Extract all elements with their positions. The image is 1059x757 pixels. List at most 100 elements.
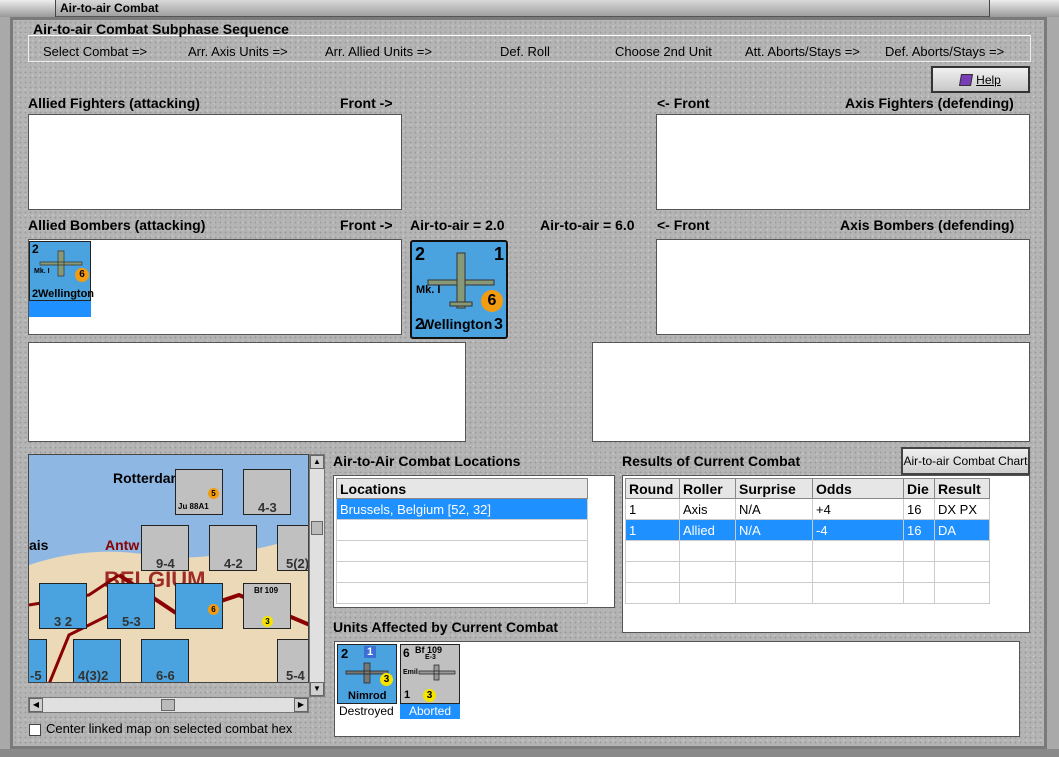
location-row-empty [336,540,588,562]
affected-unit-nimrod[interactable]: 2 1 3 Nimrod [337,644,397,704]
unit-name: Nimrod [348,690,387,702]
result-row[interactable]: 1 Allied N/A -4 16 DA [625,519,990,541]
map-horizontal-scrollbar[interactable]: ◀ ▶ [28,697,309,713]
axis-reserve-panel[interactable] [592,342,1030,442]
step-choose-2nd: Choose 2nd Unit [615,44,712,59]
map-counter-bf109[interactable]: Bf 109 3 [243,583,291,629]
map-vertical-scrollbar[interactable]: ▲ ▼ [309,454,325,697]
counter-label: 6-6 [156,668,175,683]
unit-selection-bar [29,301,91,317]
cell-round: 1 [625,519,680,541]
counter-label: 5-3 [122,614,141,629]
unit-model: Mk. I [416,284,441,296]
col-roller: Roller [679,478,736,499]
allied-fighters-label: Allied Fighters (attacking) [28,95,200,111]
map-counter-4-3-2[interactable]: 4(3)2 [73,639,121,683]
scroll-thumb[interactable] [311,521,323,535]
step-select-combat: Select Combat => [43,44,148,59]
unit-badge: 3 [423,689,436,702]
unit-top-left: 2 [415,244,426,264]
counter-label: Ju 88A1 [178,502,209,511]
unit-status-aborted: Aborted [400,704,460,719]
cell-result: DA [934,519,990,541]
window-controls[interactable] [989,0,1059,17]
unit-counter-wellington-small[interactable]: 2 Mk. I 6 2 Wellington [29,241,94,301]
help-button[interactable]: Help [931,66,1030,93]
scroll-down-icon[interactable]: ▼ [310,682,324,696]
unit-top-mid: 1 [364,646,377,658]
map-counter-6-6[interactable]: 6-6 [141,639,189,683]
axis-bombers-label: Axis Bombers (defending) [840,217,1015,233]
window-menu-button[interactable] [0,0,56,17]
locations-header: Locations [336,478,588,499]
counter-badge: 5 [208,488,219,499]
map-counter-ju88[interactable]: Ju 88A1 5 [175,469,223,515]
fighter-icon [418,664,456,681]
map-counter-5-3[interactable]: 5-3 [107,583,155,629]
mini-map[interactable]: Rotterdam Antw ais BELGIUM Ju 88A1 5 4-3… [28,454,309,683]
center-linked-checkbox[interactable] [29,724,41,736]
counter-label: 4-3 [258,500,277,515]
results-title: Results of Current Combat [622,453,801,469]
result-row-empty [625,561,990,583]
map-counter-5-2[interactable]: 5(2) [277,525,309,571]
scroll-up-icon[interactable]: ▲ [310,455,324,469]
allied-reserve-panel[interactable] [28,342,466,442]
cell-result: DX PX [934,498,990,520]
counter-label: 5(2) [286,556,309,571]
cell-die: 16 [903,498,935,520]
location-row[interactable]: Brussels, Belgium [52, 32] [336,498,588,520]
locations-table: Locations Brussels, Belgium [52, 32] [336,478,588,604]
map-counter-wellington[interactable]: 6 [175,583,223,629]
unit-strength: 6 [403,646,410,660]
step-arr-allied: Arr. Allied Units => [325,44,432,59]
allied-fighters-front: Front -> [340,95,393,111]
axis-bombers-front: <- Front [657,217,710,233]
map-counter-4-2[interactable]: 4-2 [209,525,257,571]
scroll-right-icon[interactable]: ▶ [294,698,308,712]
allied-bombers-front: Front -> [340,217,393,233]
result-row[interactable]: 1 Axis N/A +4 16 DX PX [625,498,990,520]
counter-label: 9-4 [156,556,175,571]
counter-label: -5 [30,668,42,683]
map-counter-5-4[interactable]: 5-4 [277,639,308,683]
allied-bombers-label: Allied Bombers (attacking) [28,217,206,233]
axis-fighters-front: <- Front [657,95,710,111]
col-odds: Odds [812,478,904,499]
map-counter-4-3[interactable]: 4-3 [243,469,291,515]
results-panel[interactable]: Round Roller Surprise Odds Die Result 1 … [622,475,1030,633]
unit-bottom-left: 1 [404,689,411,701]
unit-name: Emil [403,669,418,676]
help-label: Help [976,72,1001,87]
counter-label: 4(3)2 [78,668,109,683]
frame-bottom [0,749,1059,757]
scroll-thumb[interactable] [161,699,175,711]
map-counter-9-4[interactable]: 9-4 [141,525,189,571]
affected-unit-bf109[interactable]: 6 Bf 109 E-3 Emil 1 3 [400,644,460,704]
cell-odds: +4 [812,498,904,520]
counter-label: Bf 109 [254,586,279,595]
location-row-empty [336,561,588,583]
axis-air-to-air: Air-to-air = 6.0 [540,217,635,233]
step-def-roll: Def. Roll [500,44,550,59]
map-counter-3-2[interactable]: 3 2 [39,583,87,629]
step-arr-axis: Arr. Axis Units => [188,44,288,59]
selected-unit-counter[interactable]: 2 1 Mk. I 6 2 Wellington 3 [410,240,508,339]
counter-badge: 6 [208,604,219,615]
cell-odds: -4 [812,519,904,541]
axis-fighters-panel[interactable] [656,114,1030,210]
locations-panel[interactable]: Locations Brussels, Belgium [52, 32] [333,475,615,608]
map-counter-edge[interactable]: -5 [29,639,47,683]
counter-label: 5-4 [286,668,305,683]
allied-fighters-panel[interactable] [28,114,402,210]
air-to-air-chart-button[interactable]: Air-to-air Combat Chart [901,447,1030,475]
locations-title: Air-to-Air Combat Locations [333,453,521,469]
unit-model: Mk. I [34,268,50,275]
step-def-aborts: Def. Aborts/Stays => [885,44,1005,59]
scroll-left-icon[interactable]: ◀ [29,698,43,712]
counter-label: 3 2 [54,614,73,629]
book-icon [959,73,974,86]
unit-badge: 6 [481,290,503,312]
axis-bombers-panel[interactable] [656,239,1030,335]
center-linked-label: Center linked map on selected combat hex [46,721,293,736]
